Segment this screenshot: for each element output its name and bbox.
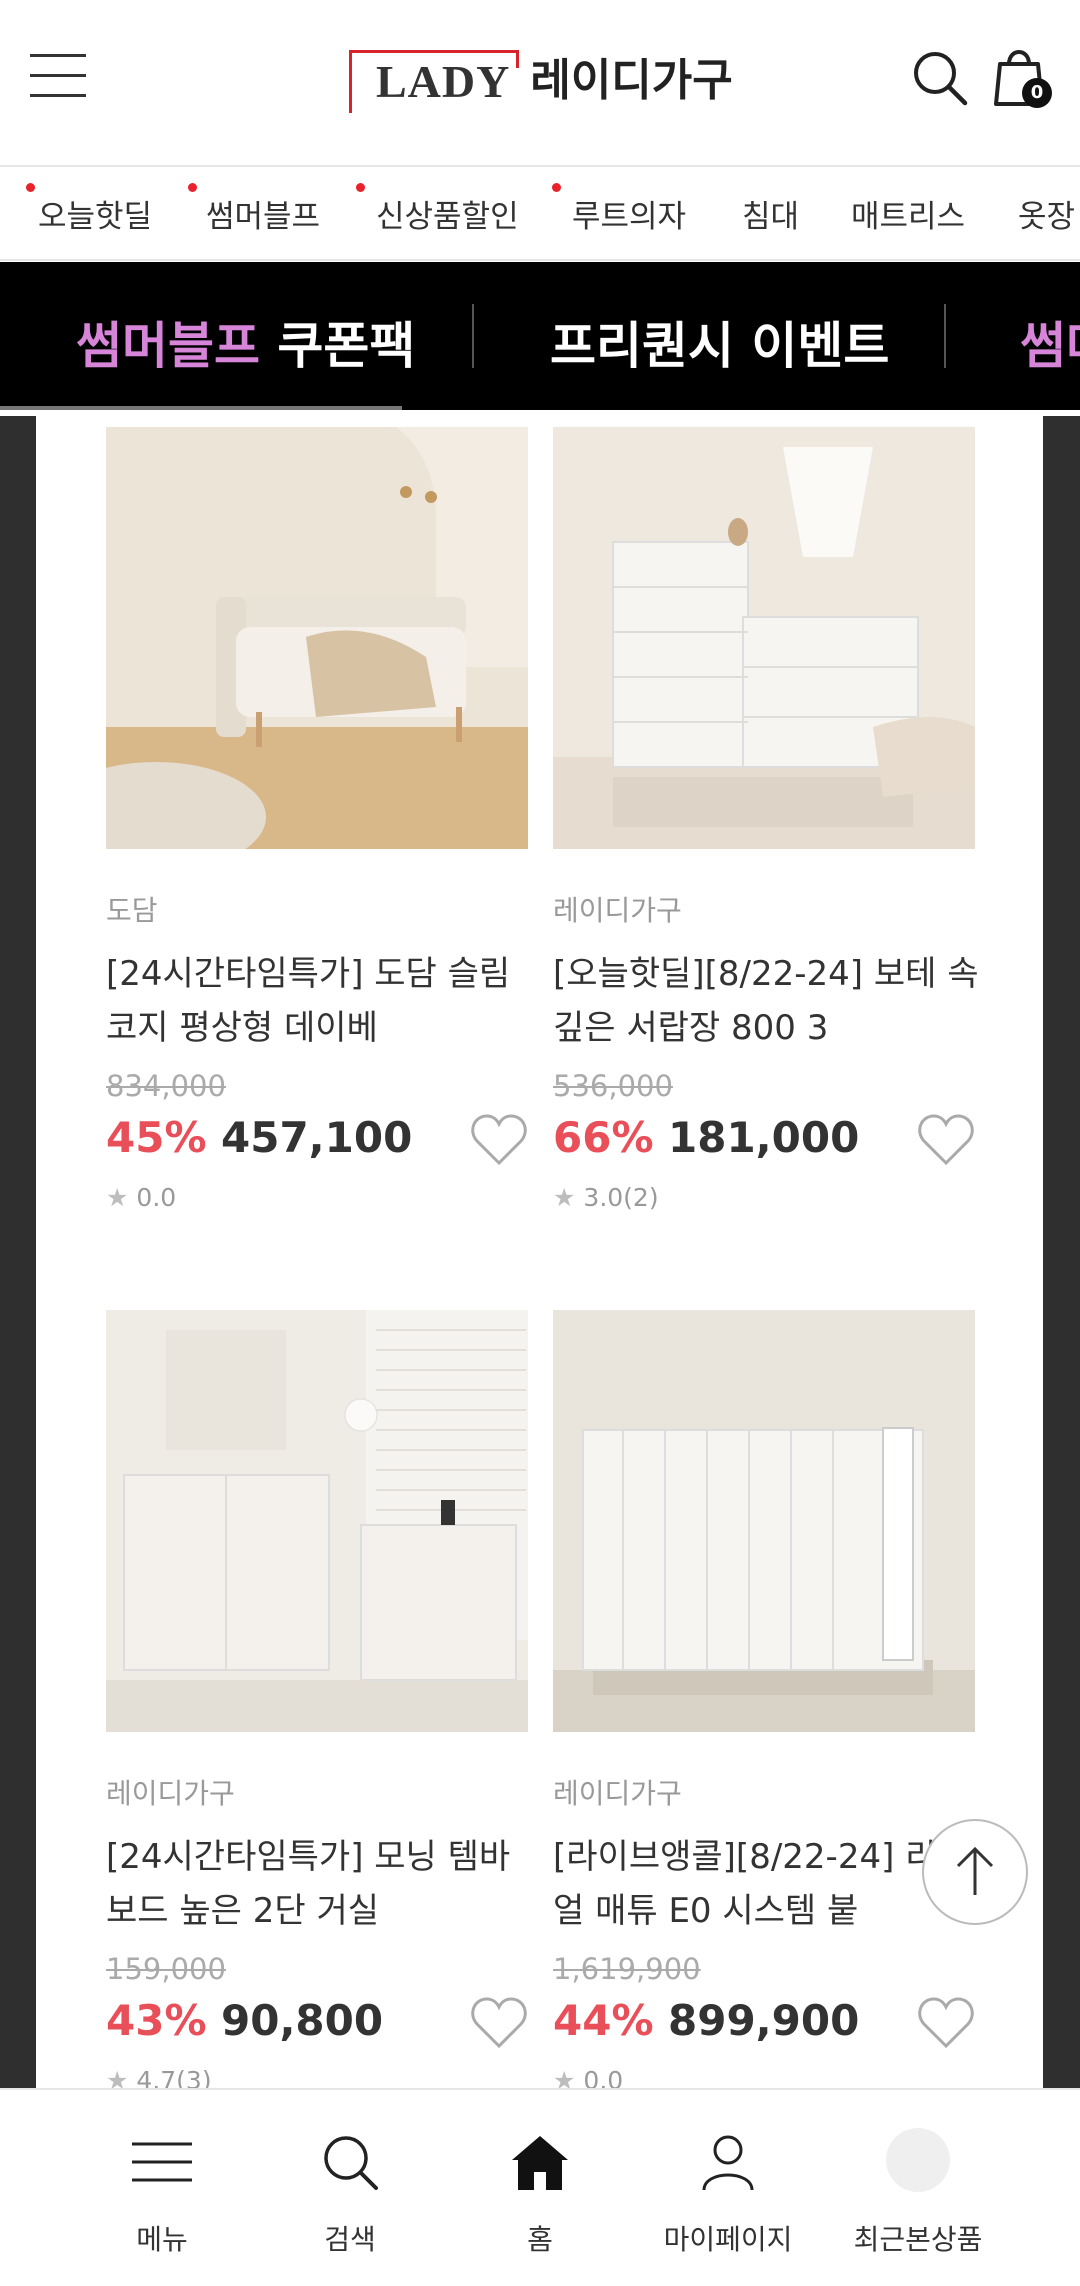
menu-icon xyxy=(132,2142,192,2182)
product-brand: 레이디가구 xyxy=(553,894,682,927)
bottom-navigation: 메뉴 검색 홈 마이페이지 최근본상품 xyxy=(0,2088,1080,2286)
home-icon xyxy=(512,2136,568,2190)
star-icon: ★ xyxy=(106,2066,129,2088)
product-sale-price: 90,800 xyxy=(221,1996,384,2045)
search-icon xyxy=(324,2136,378,2190)
product-card[interactable]: 레이디가구 [라이브앵콜][8/22-24] 리뉴얼 매튜 E0 시스템 붙 1… xyxy=(553,1310,975,2088)
star-icon: ★ xyxy=(106,1183,129,1212)
product-sale-price: 457,100 xyxy=(221,1113,413,1162)
product-discount-rate: 44% xyxy=(553,1996,654,2045)
nav-search[interactable]: 검색 xyxy=(242,2090,458,2286)
nav-label: 메뉴 xyxy=(136,2223,188,2256)
site-logo[interactable]: LADY 레이디가구 xyxy=(349,46,733,113)
product-original-price: 834,000 xyxy=(106,1069,226,1103)
product-brand: 레이디가구 xyxy=(106,1777,235,1810)
product-discount-rate: 66% xyxy=(553,1113,654,1162)
category-new-dot xyxy=(552,183,561,192)
category-tab-hotdeal[interactable]: 오늘핫딜 xyxy=(38,191,152,236)
heart-icon[interactable] xyxy=(470,1113,528,1167)
nav-label: 홈 xyxy=(527,2223,553,2256)
promo-tab-summer-partial[interactable]: 썸머 xyxy=(1020,306,1080,378)
category-new-dot xyxy=(188,183,197,192)
nav-recent-items[interactable]: 최근본상품 xyxy=(810,2090,1026,2286)
promo-tab-frequency-event[interactable]: 프리퀀시 이벤트 xyxy=(550,306,889,378)
product-brand: 레이디가구 xyxy=(553,1777,682,1810)
category-tab-mattress[interactable]: 매트리스 xyxy=(851,191,965,236)
product-title[interactable]: [24시간타임특가] 모닝 템바보드 높은 2단 거실 xyxy=(106,1830,536,1938)
promo-divider xyxy=(472,304,474,368)
category-tab-root-chair[interactable]: 루트의자 xyxy=(572,191,686,236)
promo-text: 쿠폰팩 xyxy=(277,317,416,375)
nav-menu[interactable]: 메뉴 xyxy=(54,2090,270,2286)
product-brand: 도담 xyxy=(106,894,158,927)
product-card[interactable]: 레이디가구 [24시간타임특가] 모닝 템바보드 높은 2단 거실 159,00… xyxy=(106,1310,528,2088)
product-card[interactable]: 레이디가구 [오늘핫딜][8/22-24] 보테 속깊은 서랍장 800 3 5… xyxy=(553,427,979,1247)
rating-value: 0.0 xyxy=(583,2066,624,2088)
nav-home[interactable]: 홈 xyxy=(432,2090,648,2286)
nav-label: 검색 xyxy=(324,2223,376,2256)
person-icon xyxy=(702,2135,754,2191)
category-tab-bed[interactable]: 침대 xyxy=(742,191,799,236)
promo-highlight-text: 썸머블프 xyxy=(76,317,260,375)
category-tab-new-discount[interactable]: 신상품할인 xyxy=(376,191,519,236)
product-grid: 도담 [24시간타임특가] 도담 슬림 코지 평상형 데이베 834,000 4… xyxy=(36,416,1043,2088)
rating-value: 4.7(3) xyxy=(136,2066,212,2088)
category-new-dot xyxy=(356,183,365,192)
product-rating: ★ 3.0(2) xyxy=(553,1183,659,1212)
arrow-up-icon xyxy=(956,1846,994,1895)
promo-scroll-indicator xyxy=(0,406,402,410)
hamburger-menu-icon[interactable] xyxy=(30,50,86,100)
nav-label: 최근본상품 xyxy=(853,2223,983,2256)
category-tab-summer-bf[interactable]: 썸머블프 xyxy=(206,191,320,236)
product-discount-rate: 45% xyxy=(106,1113,207,1162)
product-title[interactable]: [라이브앵콜][8/22-24] 리뉴얼 매튜 E0 시스템 붙 xyxy=(553,1830,983,1938)
product-image-drawer[interactable] xyxy=(553,427,975,849)
category-new-dot xyxy=(26,183,35,192)
rating-value: 0.0 xyxy=(136,1183,177,1212)
heart-icon[interactable] xyxy=(470,1996,528,2050)
product-original-price: 536,000 xyxy=(553,1069,673,1103)
category-tab-wardrobe[interactable]: 옷장 xyxy=(1018,191,1075,236)
product-discount-rate: 43% xyxy=(106,1996,207,2045)
recent-item-thumbnail xyxy=(886,2128,950,2192)
promo-banner: 썸머블프 쿠폰팩 프리퀀시 이벤트 썸머 xyxy=(0,262,1080,410)
product-card[interactable]: 도담 [24시간타임특가] 도담 슬림 코지 평상형 데이베 834,000 4… xyxy=(106,427,528,1247)
star-icon: ★ xyxy=(553,2066,576,2088)
product-rating: ★ 0.0 xyxy=(106,1183,176,1212)
product-image-daybed[interactable] xyxy=(106,427,528,849)
nav-mypage[interactable]: 마이페이지 xyxy=(620,2090,836,2286)
heart-icon[interactable] xyxy=(917,1113,975,1167)
logo-mark: LADY xyxy=(349,49,520,113)
scroll-to-top-button[interactable] xyxy=(922,1819,1028,1925)
app-header: LADY 레이디가구 0 xyxy=(0,0,1080,167)
product-original-price: 159,000 xyxy=(106,1952,226,1986)
star-icon: ★ xyxy=(553,1183,576,1212)
promo-tab-summer-coupon[interactable]: 썸머블프 쿠폰팩 xyxy=(76,306,415,378)
logo-korean: 레이디가구 xyxy=(530,55,733,106)
rating-value: 3.0(2) xyxy=(583,1183,659,1212)
category-tab-bar: 오늘핫딜 썸머블프 신상품할인 루트의자 침대 매트리스 옷장 xyxy=(0,167,1080,261)
product-rating: ★ 4.7(3) xyxy=(106,2066,212,2088)
product-image-cabinet[interactable] xyxy=(106,1310,528,1732)
product-original-price: 1,619,900 xyxy=(553,1952,701,1986)
product-sale-price: 899,900 xyxy=(668,1996,860,2045)
product-rating: ★ 0.0 xyxy=(553,2066,623,2088)
logo-english: LADY xyxy=(376,55,511,107)
cart-count-badge: 0 xyxy=(1022,78,1052,108)
product-sale-price: 181,000 xyxy=(668,1113,860,1162)
nav-label: 마이페이지 xyxy=(663,2223,793,2256)
product-title[interactable]: [오늘핫딜][8/22-24] 보테 속깊은 서랍장 800 3 xyxy=(553,947,983,1055)
product-title[interactable]: [24시간타임특가] 도담 슬림 코지 평상형 데이베 xyxy=(106,947,536,1055)
product-image-wardrobe[interactable] xyxy=(553,1310,975,1732)
search-icon[interactable] xyxy=(910,48,970,108)
heart-icon[interactable] xyxy=(917,1996,975,2050)
promo-divider xyxy=(944,304,946,368)
